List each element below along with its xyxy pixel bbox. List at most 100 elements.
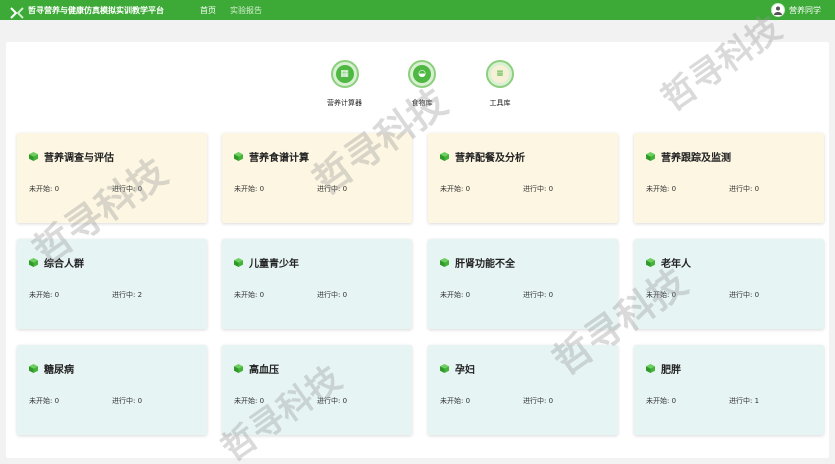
not-started-label: 未开始: [29,291,53,299]
not-started-count: 0 [671,397,677,405]
card-title: 肥胖 [661,365,681,376]
in-progress-count: 0 [548,397,554,405]
not-started-label: 未开始: [440,291,464,299]
cube-icon [646,258,655,267]
card-title: 综合人群 [44,259,84,270]
cube-icon [234,152,243,161]
not-started-count: 0 [465,185,471,193]
module-card[interactable]: 糖尿病 未开始: 0 进行中: 0 [17,345,207,435]
cube-icon [646,364,655,373]
tool-label: 营养计算器 [327,99,362,107]
module-card[interactable]: 营养食谱计算 未开始: 0 进行中: 0 [222,133,412,223]
in-progress-label: 进行中: [112,291,136,299]
module-card[interactable]: 营养调查与评估 未开始: 0 进行中: 0 [17,133,207,223]
card-title: 营养配餐及分析 [455,153,525,164]
in-progress-label: 进行中: [523,397,547,405]
in-progress-count: 0 [754,291,760,299]
food-basket-icon: ◒ [408,60,436,88]
in-progress-label: 进行中: [112,185,136,193]
in-progress-count: 2 [137,291,143,299]
card-title: 营养食谱计算 [249,153,309,164]
card-title: 高血压 [249,365,279,376]
not-started-label: 未开始: [29,185,53,193]
not-started-count: 0 [54,397,60,405]
calculator-icon: ▦ [330,60,359,88]
cube-icon [29,364,38,373]
in-progress-label: 进行中: [317,185,341,193]
in-progress-count: 0 [548,291,554,299]
cube-icon [234,258,243,267]
top-navigation-bar: 哲寻营养与健康仿真模拟实训教学平台 首页 实验报告 营养同学 [0,0,835,20]
user-icon [774,6,782,15]
card-title: 老年人 [661,259,691,270]
tool-label: 工具库 [489,99,511,107]
in-progress-label: 进行中: [729,397,753,405]
not-started-label: 未开始: [234,397,258,405]
in-progress-label: 进行中: [317,397,341,405]
app-logo-icon [10,4,24,19]
in-progress-count: 0 [137,185,143,193]
not-started-count: 0 [259,291,265,299]
in-progress-count: 0 [137,397,143,405]
not-started-label: 未开始: [29,397,53,405]
in-progress-count: 1 [754,397,760,405]
not-started-label: 未开始: [440,397,464,405]
module-card[interactable]: 高血压 未开始: 0 进行中: 0 [222,345,412,435]
module-card[interactable]: 肝肾功能不全 未开始: 0 进行中: 0 [428,239,618,329]
in-progress-label: 进行中: [523,291,547,299]
module-card[interactable]: 孕妇 未开始: 0 进行中: 0 [428,345,618,435]
in-progress-label: 进行中: [729,185,753,193]
module-card[interactable]: 营养配餐及分析 未开始: 0 进行中: 0 [428,133,618,223]
card-title: 肝肾功能不全 [455,259,515,270]
in-progress-label: 进行中: [523,185,547,193]
card-title: 孕妇 [455,365,475,376]
tool-nutrition-calculator[interactable]: ▦ 营养计算器 [327,60,362,108]
not-started-count: 0 [671,291,677,299]
user-name[interactable]: 营养同学 [789,5,821,16]
tool-food-library[interactable]: ◒ 食物库 [408,60,436,108]
cube-icon [29,258,38,267]
cube-icon [440,364,449,373]
module-card[interactable]: 儿童青少年 未开始: 0 进行中: 0 [222,239,412,329]
in-progress-label: 进行中: [112,397,136,405]
not-started-label: 未开始: [440,185,464,193]
module-card[interactable]: 老年人 未开始: 0 进行中: 0 [634,239,824,329]
module-card[interactable]: 肥胖 未开始: 0 进行中: 1 [634,345,824,435]
app-title: 哲寻营养与健康仿真模拟实训教学平台 [28,5,164,15]
module-card[interactable]: 营养跟踪及监测 未开始: 0 进行中: 0 [634,133,824,223]
cube-icon [234,364,243,373]
in-progress-count: 0 [342,397,348,405]
in-progress-label: 进行中: [317,291,341,299]
not-started-count: 0 [465,397,471,405]
document-icon: ≡ [486,60,514,88]
in-progress-count: 0 [548,185,554,193]
cube-icon [29,152,38,161]
not-started-label: 未开始: [646,185,670,193]
in-progress-label: 进行中: [729,291,753,299]
card-title: 儿童青少年 [249,259,299,270]
not-started-label: 未开始: [646,397,670,405]
not-started-label: 未开始: [234,185,258,193]
not-started-count: 0 [671,185,677,193]
card-title: 营养跟踪及监测 [661,153,731,164]
cube-icon [440,258,449,267]
in-progress-count: 0 [342,291,348,299]
not-started-count: 0 [259,397,265,405]
not-started-count: 0 [465,291,471,299]
not-started-count: 0 [259,185,265,193]
module-card[interactable]: 综合人群 未开始: 0 进行中: 2 [17,239,207,329]
nav-home-link[interactable]: 首页 [200,5,216,16]
cube-icon [646,152,655,161]
tool-tool-library[interactable]: ≡ 工具库 [486,60,514,108]
tool-label: 食物库 [411,99,433,107]
not-started-label: 未开始: [646,291,670,299]
in-progress-count: 0 [754,185,760,193]
in-progress-count: 0 [342,185,348,193]
user-avatar[interactable] [771,3,785,17]
card-title: 糖尿病 [44,365,74,376]
not-started-label: 未开始: [234,291,258,299]
cube-icon [440,152,449,161]
card-title: 营养调查与评估 [44,153,114,164]
nav-experiment-report-link[interactable]: 实验报告 [230,5,262,16]
not-started-count: 0 [54,185,60,193]
